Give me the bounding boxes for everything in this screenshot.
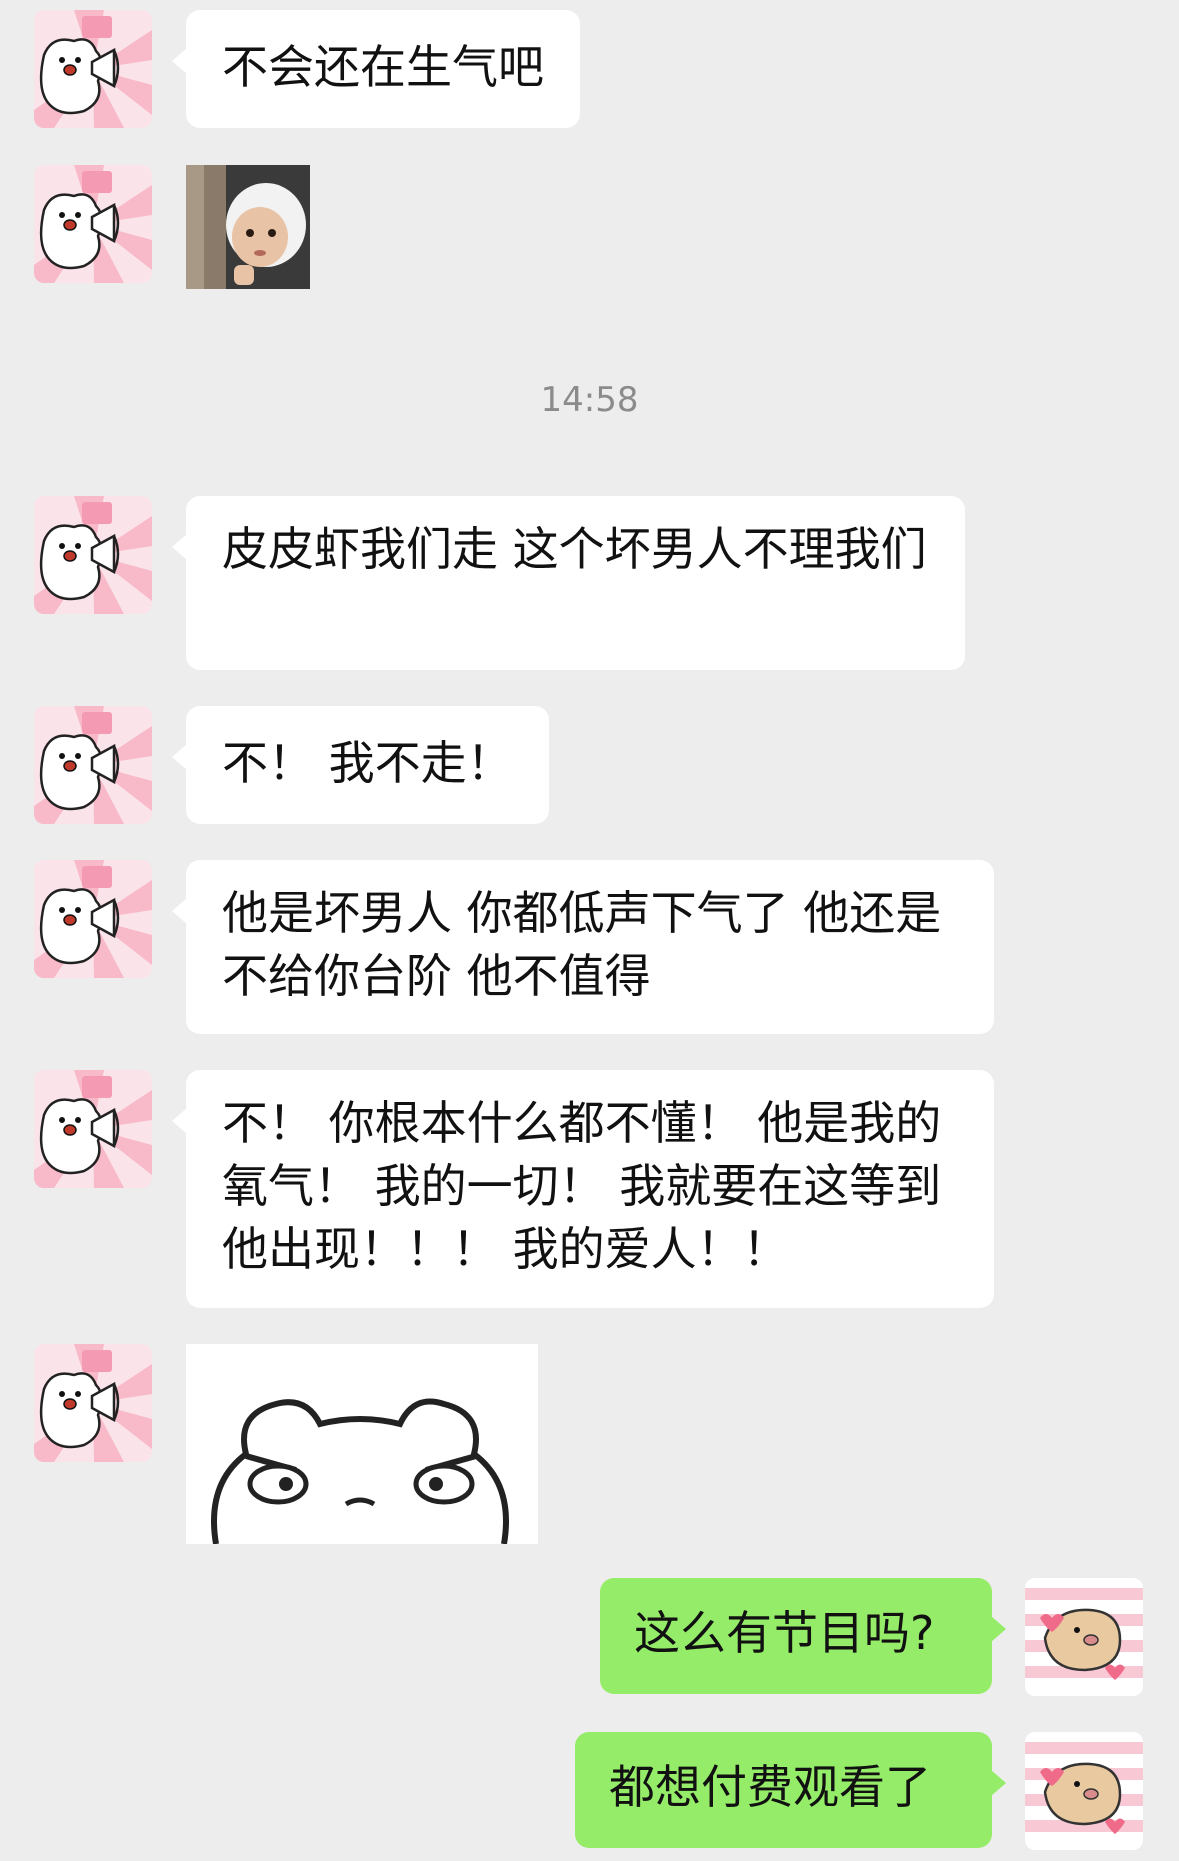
bear-megaphone-avatar-icon [34,860,152,978]
bear-megaphone-avatar-icon [34,496,152,614]
self-avatar[interactable] [1025,1732,1143,1850]
contact-avatar[interactable] [34,706,152,824]
sticker-image[interactable] [186,165,310,289]
bear-megaphone-avatar-icon [34,165,152,283]
contact-avatar[interactable] [34,10,152,128]
contact-avatar[interactable] [34,496,152,614]
contact-avatar[interactable] [34,860,152,978]
peeking-child-sticker [186,165,310,289]
message-bubble[interactable]: 不！ 我不走！ [172,706,549,824]
self-avatar[interactable] [1025,1578,1143,1696]
bear-megaphone-avatar-icon [34,1344,152,1462]
message-bubble[interactable]: 不会还在生气吧 [172,10,580,128]
contact-avatar[interactable] [34,1070,152,1188]
message-bubble[interactable]: 这么有节目吗? [600,1578,1006,1694]
sticker-image[interactable] [186,1344,538,1544]
bear-megaphone-avatar-icon [34,10,152,128]
message-bubble[interactable]: 他是坏男人 你都低声下气了 他还是不给你台阶 他不值得 [172,860,994,1034]
message-bubble[interactable]: 都想付费观看了 [575,1732,1006,1848]
message-bubble[interactable]: 皮皮虾我们走 这个坏男人不理我们 [172,496,965,670]
bear-megaphone-avatar-icon [34,706,152,824]
bear-megaphone-avatar-icon [34,1070,152,1188]
message-bubble[interactable]: 不！ 你根本什么都不懂！ 他是我的氧气！ 我的一切！ 我就要在这等到他出现！！！… [172,1070,994,1308]
angry-frog-sticker [186,1344,538,1544]
contact-avatar[interactable] [34,165,152,283]
pig-hearts-avatar-icon [1025,1578,1143,1696]
contact-avatar[interactable] [34,1344,152,1462]
pig-hearts-avatar-icon [1025,1732,1143,1850]
chat-timestamp: 14:58 [540,380,639,420]
